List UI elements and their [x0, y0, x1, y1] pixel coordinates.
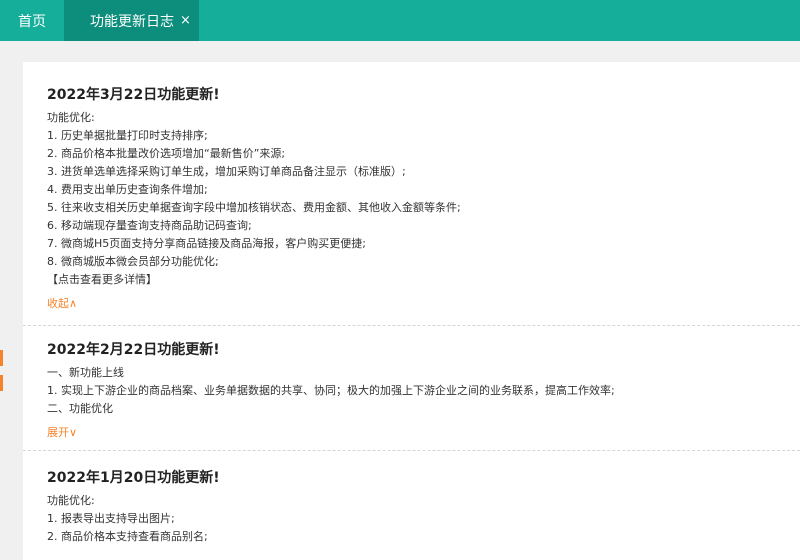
- list-item: 2. 商品价格本批量改价选项增加“最新售价”来源;: [47, 147, 286, 160]
- tab-changelog[interactable]: 功能更新日志 ×: [64, 0, 199, 41]
- tab-home-label: 首页: [18, 13, 46, 30]
- section-intro: 功能优化:: [47, 111, 95, 124]
- side-marker: [0, 350, 3, 366]
- section-divider: [23, 325, 800, 326]
- collapse-toggle[interactable]: 收起∧: [47, 295, 461, 313]
- changelog-section-2022-03-22: 2022年3月22日功能更新! 功能优化: 1. 历史单据批量打印时支持排序; …: [23, 85, 461, 313]
- list-item: 8. 微商城版本微会员部分功能优化;: [47, 255, 219, 268]
- list-item: 5. 往来收支相关历史单据查询字段中增加核销状态、费用金额、其他收入金额等条件;: [47, 201, 461, 214]
- expand-toggle[interactable]: 展开∨: [47, 424, 615, 442]
- list-item: 7. 微商城H5页面支持分享商品链接及商品海报，客户购买更便捷;: [47, 237, 366, 250]
- list-item: 6. 移动端现存量查询支持商品助记码查询;: [47, 219, 252, 232]
- section-divider: [23, 450, 800, 451]
- section-title: 2022年1月20日功能更新!: [47, 470, 220, 486]
- section-intro: 一、新功能上线: [47, 366, 124, 379]
- section-intro: 功能优化:: [47, 494, 95, 507]
- list-item: 2. 商品价格本支持查看商品别名;: [47, 530, 208, 543]
- list-item: 1. 报表导出支持导出图片;: [47, 512, 175, 525]
- list-item: 4. 费用支出单历史查询条件增加;: [47, 183, 208, 196]
- changelog-panel: 2022年3月22日功能更新! 功能优化: 1. 历史单据批量打印时支持排序; …: [23, 62, 800, 560]
- section-title: 2022年2月22日功能更新!: [47, 342, 220, 358]
- list-item: 1. 历史单据批量打印时支持排序;: [47, 129, 208, 142]
- side-marker: [0, 375, 3, 391]
- changelog-section-2022-01-20: 2022年1月20日功能更新! 功能优化: 1. 报表导出支持导出图片; 2. …: [23, 468, 220, 546]
- list-item: 3. 进货单选单选择采购订单生成，增加采购订单商品备注显示（标准版）;: [47, 165, 406, 178]
- changelog-section-2022-02-22: 2022年2月22日功能更新! 一、新功能上线 1. 实现上下游企业的商品档案、…: [23, 340, 615, 442]
- list-item: 1. 实现上下游企业的商品档案、业务单据数据的共享、协同；极大的加强上下游企业之…: [47, 384, 615, 397]
- more-details-link[interactable]: 【点击查看更多详情】: [47, 271, 461, 289]
- section-title: 2022年3月22日功能更新!: [47, 87, 220, 103]
- list-item: 二、功能优化: [47, 402, 113, 415]
- tab-home[interactable]: 首页: [0, 0, 64, 41]
- close-icon[interactable]: ×: [180, 14, 191, 27]
- tab-changelog-label: 功能更新日志: [90, 13, 174, 30]
- top-tab-bar: 首页 功能更新日志 ×: [0, 0, 800, 41]
